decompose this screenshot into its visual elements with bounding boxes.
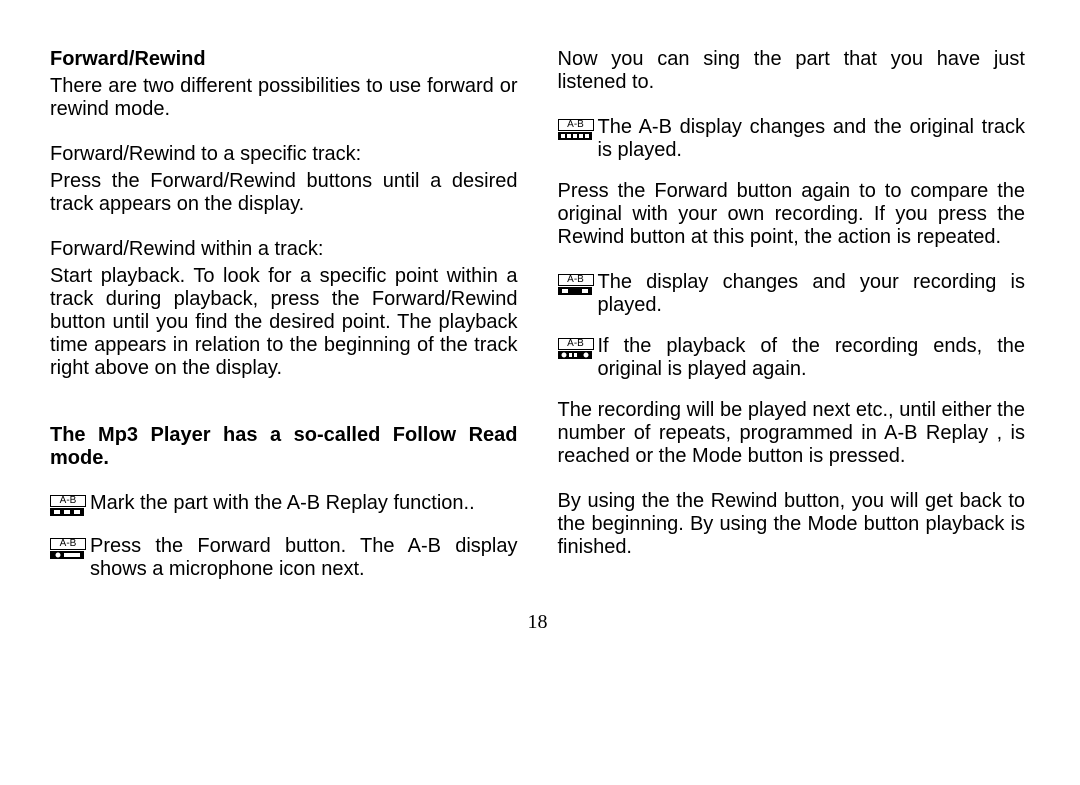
text-press-forward: Press the Forward button. The A-B displa… [90,535,518,581]
icon-item-ab-changes-original: A-B The A-B display changes and the orig… [558,116,1026,162]
text-fr-within-body: Start playback. To look for a specific p… [50,265,518,380]
text-mark-ab: Mark the part with the A-B Replay functi… [90,492,518,515]
ab-label: A-B [558,274,594,286]
ab-label: A-B [50,495,86,507]
text-fr-within-title: Forward/Rewind within a track: [50,238,518,261]
ab-replay-icon: A-B [50,495,86,517]
ab-label: A-B [558,338,594,350]
text-ab-changes-original: The A-B display changes and the original… [598,116,1026,162]
ab-original-icon: A-B [558,119,594,141]
icon-item-recording-ends: A-B If the playback of the recording end… [558,335,1026,381]
document-columns: Forward/Rewind There are two different p… [50,48,1025,581]
ab-label: A-B [50,538,86,550]
text-recording-played: The display changes and your recording i… [598,271,1026,317]
ab-ends-icon: A-B [558,338,594,360]
text-sing-part: Now you can sing the part that you have … [558,48,1026,94]
text-recording-next: The recording will be played next etc., … [558,399,1026,468]
page-number: 18 [50,611,1025,634]
ab-label: A-B [558,119,594,131]
icon-item-mark-ab: A-B Mark the part with the A-B Replay fu… [50,492,518,517]
right-column: Now you can sing the part that you have … [558,48,1026,581]
text-rewind-mode: By using the the Rewind button, you will… [558,490,1026,559]
heading-follow-read: The Mp3 Player has a so-called Follow Re… [50,424,518,470]
text-recording-ends: If the playback of the recording ends, t… [598,335,1026,381]
text-fr-intro: There are two different possibilities to… [50,75,518,121]
icon-item-press-forward: A-B Press the Forward button. The A-B di… [50,535,518,581]
heading-forward-rewind: Forward/Rewind [50,48,518,71]
text-fr-specific-title: Forward/Rewind to a specific track: [50,143,518,166]
ab-recording-icon: A-B [558,274,594,296]
icon-item-recording-played: A-B The display changes and your recordi… [558,271,1026,317]
text-press-forward-compare: Press the Forward button again to to com… [558,180,1026,249]
text-fr-specific-body: Press the Forward/Rewind buttons until a… [50,170,518,216]
left-column: Forward/Rewind There are two different p… [50,48,518,581]
ab-mic-icon: A-B [50,538,86,560]
